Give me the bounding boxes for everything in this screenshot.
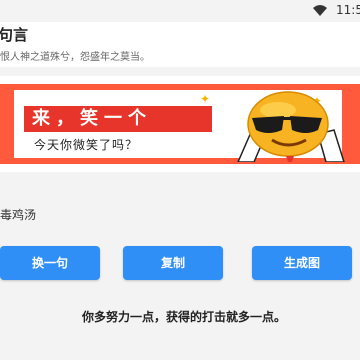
quote-area: 你多努力一点，获得的打击就多一点。 — [0, 296, 360, 356]
page-title: 句言 — [0, 26, 29, 44]
change-sentence-button[interactable]: 换一句 — [0, 246, 100, 280]
page-subtitle: 恨人神之道殊兮，怨盛年之莫当。 — [0, 52, 150, 63]
copy-button[interactable]: 复制 — [123, 246, 223, 280]
status-bar: 11:5 — [0, 0, 360, 22]
smile-banner[interactable]: 来，笑一个 今天你微笑了吗？ ✦ ✦ ✦ — [0, 84, 360, 164]
app-header: 句言 恨人神之道殊兮，怨盛年之莫当。 — [0, 22, 360, 67]
sparkle-icon: ✦ — [200, 92, 211, 106]
clock: 11:5 — [336, 3, 360, 17]
banner-subline: 今天你微笑了吗？ — [34, 138, 139, 152]
banner-frame-left — [0, 84, 14, 164]
sparkle-icon: ✦ — [20, 94, 31, 108]
cool-emoji-mascot-icon — [237, 91, 345, 162]
category-label[interactable]: 毒鸡汤 — [0, 206, 36, 223]
banner-headline: 来，笑一个 — [24, 106, 212, 132]
quote-text: 你多努力一点，获得的打击就多一点。 — [82, 310, 287, 324]
wifi-icon — [313, 5, 327, 16]
generate-image-button[interactable]: 生成图 — [252, 246, 352, 280]
banner-container: 来，笑一个 今天你微笑了吗？ ✦ ✦ ✦ — [0, 76, 360, 172]
